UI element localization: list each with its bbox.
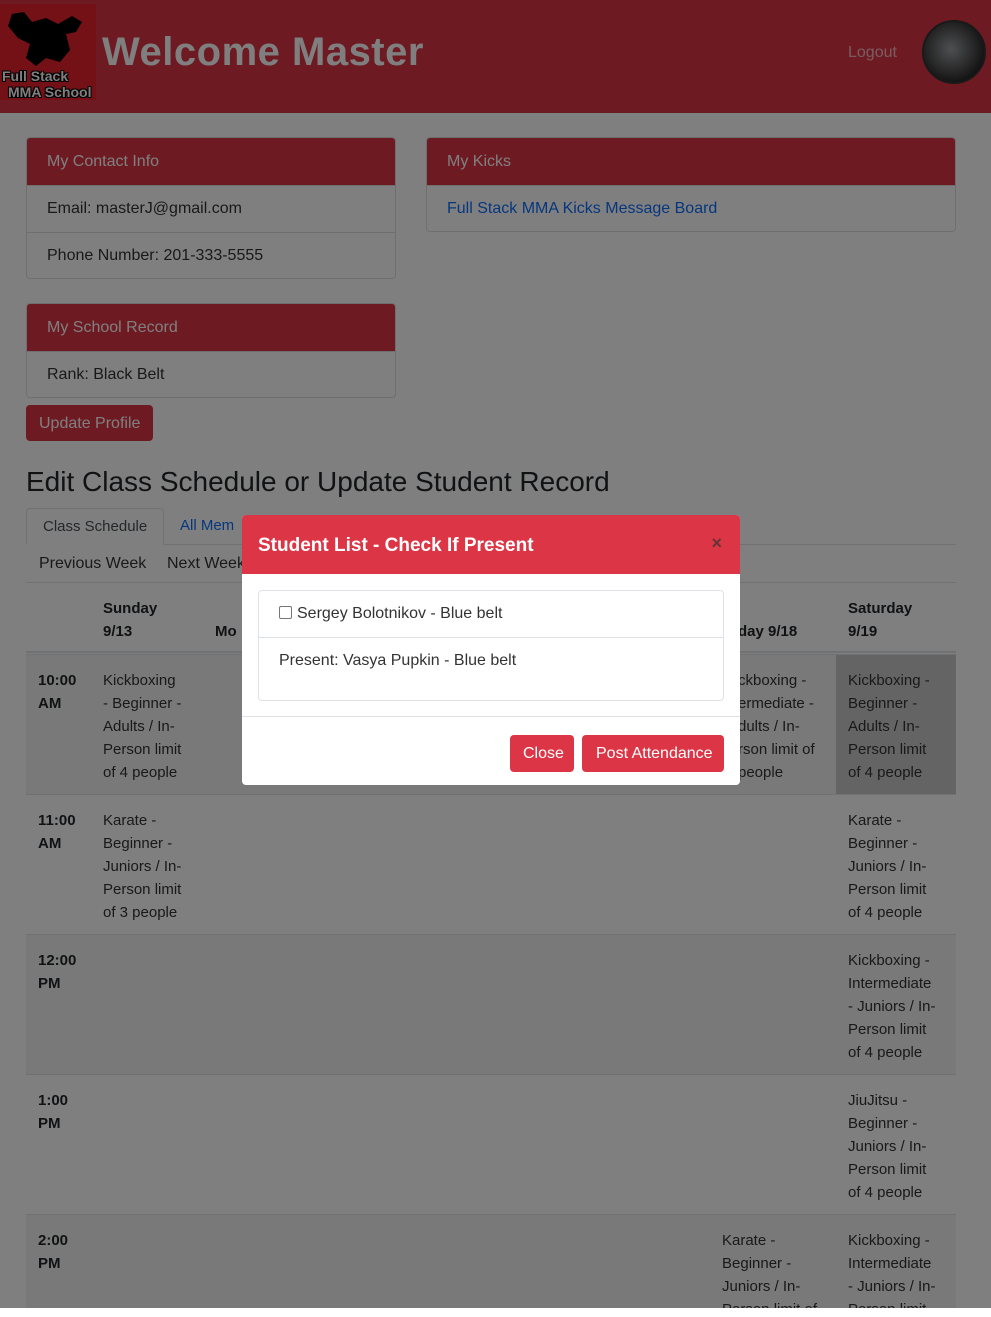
student-list: Sergey Bolotnikov - Blue belt Present: V… (258, 590, 724, 701)
close-button[interactable]: Close (510, 735, 574, 772)
modal-header: Student List - Check If Present × (242, 515, 740, 574)
student-list-item: Sergey Bolotnikov - Blue belt (259, 591, 723, 637)
post-attendance-button[interactable]: Post Attendance (582, 735, 724, 772)
modal-title: Student List - Check If Present (258, 535, 534, 556)
student-list-item-present: Present: Vasya Pupkin - Blue belt (259, 637, 723, 700)
student-name: Sergey Bolotnikov - Blue belt (297, 605, 503, 622)
modal-footer: Close Post Attendance (242, 717, 740, 785)
page-bottom-strip (0, 1308, 991, 1317)
modal-body: Sergey Bolotnikov - Blue belt Present: V… (242, 574, 740, 717)
student-list-modal: Student List - Check If Present × Sergey… (242, 515, 740, 785)
close-icon[interactable]: × (711, 534, 722, 552)
present-checkbox[interactable] (279, 606, 292, 619)
